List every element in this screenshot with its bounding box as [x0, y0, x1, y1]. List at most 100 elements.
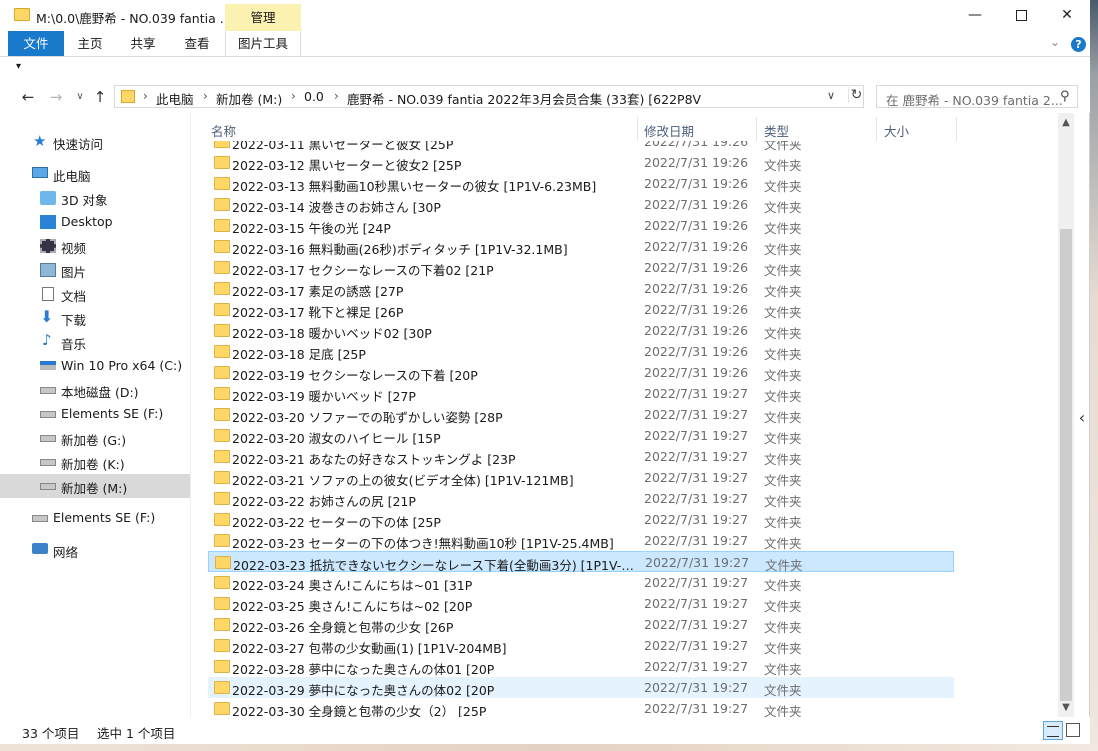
file-row[interactable]: 2022-03-23 セーターの下の体つき!無料動画10秒 [1P1V-25.4… [208, 530, 954, 551]
expand-ribbon-chevron-icon[interactable]: ⌄ [1050, 35, 1060, 49]
tab-file[interactable]: 文件 [8, 31, 64, 56]
sidebar-item-videos[interactable]: 视频 [0, 234, 190, 258]
maximize-button[interactable] [998, 0, 1044, 31]
file-row[interactable]: 2022-03-20 ソファーでの恥ずかしい姿勢 [28P 2022/7/31 1… [208, 404, 954, 425]
file-row[interactable]: 2022-03-21 ソファの上の彼女(ビデオ全体) [1P1V-121MB] 2… [208, 467, 954, 488]
column-divider[interactable] [637, 117, 638, 141]
search-icon[interactable]: ⚲ [1060, 89, 1070, 104]
tab-home[interactable]: 主页 [64, 31, 116, 56]
file-row[interactable]: 2022-03-28 夢中になった奥さんの体01 [20P 2022/7/31 1… [208, 656, 954, 677]
file-row[interactable]: 2022-03-19 暖かいベッド [27P 2022/7/31 19:27 文件夹 [208, 383, 954, 404]
breadcrumb-chevron-icon[interactable]: › [203, 89, 208, 103]
sidebar-item-this-pc[interactable]: 此电脑 [0, 162, 190, 186]
column-divider[interactable] [956, 117, 957, 141]
file-row[interactable]: 2022-03-14 波巻きのお姉さん [30P 2022/7/31 19:26 文… [208, 194, 954, 215]
breadcrumb-chevron-icon[interactable]: › [291, 89, 296, 103]
sidebar-item-desktop[interactable]: Desktop [0, 210, 190, 234]
file-type: 文件夹 [764, 389, 802, 404]
breadcrumb-chevron-icon[interactable]: › [334, 89, 339, 103]
sidebar-item-3d-objects[interactable]: 3D 对象 [0, 186, 190, 210]
sidebar-item-documents[interactable]: 文档 [0, 282, 190, 306]
file-row[interactable]: 2022-03-23 抵抗できないセクシーなレース下着(全動画3分) [1P1V… [208, 551, 954, 573]
scrollbar-thumb[interactable] [1060, 229, 1072, 701]
sidebar-item-pictures[interactable]: 图片 [0, 258, 190, 282]
sidebar-item-network[interactable]: 网络 [0, 538, 190, 562]
refresh-icon[interactable]: ↻ [848, 87, 864, 103]
search-input[interactable]: 在 鹿野希 - NO.039 fantia 2... [886, 90, 1063, 109]
file-row[interactable]: 2022-03-17 靴下と裸足 [26P 2022/7/31 19:26 文件夹 [208, 299, 954, 320]
scroll-up-icon[interactable]: ▲ [1058, 113, 1074, 133]
sidebar-item-drive-d[interactable]: 本地磁盘 (D:) [0, 378, 190, 402]
sidebar-item-downloads[interactable]: ⬇ 下载 [0, 306, 190, 330]
file-modified-date: 2022/7/31 19:27 [644, 659, 749, 674]
up-button[interactable]: ↑ [90, 87, 110, 107]
recent-locations-dropdown[interactable]: ∨ [70, 87, 90, 107]
column-divider[interactable] [756, 117, 757, 141]
file-row[interactable]: 2022-03-17 セクシーなレースの下着02 [21P 2022/7/31 1… [208, 257, 954, 278]
file-row[interactable]: 2022-03-24 奥さん!こんにちは~01 [31P 2022/7/31 19… [208, 572, 954, 593]
forward-button[interactable]: → [46, 87, 66, 107]
tab-manage[interactable]: 管理 [225, 4, 301, 31]
sidebar-item-elements-se[interactable]: Elements SE (F:) [0, 506, 190, 530]
sidebar-item-drive-m[interactable]: 新加卷 (M:) [0, 474, 190, 498]
quick-access-toolbar: ▾ [0, 57, 1090, 81]
sidebar-item-quick-access[interactable]: ★ 快速访问 [0, 130, 190, 154]
breadcrumb-chevron-icon[interactable]: › [143, 89, 148, 103]
details-view-icon[interactable] [1043, 721, 1063, 740]
tab-picture-tools[interactable]: 图片工具 [225, 31, 301, 56]
file-row[interactable]: 2022-03-13 無料動画10秒黒いセーターの彼女 [1P1V-6.23MB… [208, 173, 954, 194]
file-row[interactable]: 2022-03-27 包帯の少女動画(1) [1P1V-204MB] 2022/7… [208, 635, 954, 656]
file-row[interactable]: 2022-03-15 午後の光 [24P 2022/7/31 19:26 文件夹 [208, 215, 954, 236]
file-row[interactable]: 2022-03-20 淑女のハイヒール [15P 2022/7/31 19:27 文… [208, 425, 954, 446]
file-row[interactable]: 2022-03-19 セクシーなレースの下着 [20P 2022/7/31 19:… [208, 362, 954, 383]
address-bar[interactable]: › 此电脑 › 新加卷 (M:) › 0.0 › 鹿野希 - NO.039 fa… [114, 85, 864, 108]
breadcrumb-folder-0-0[interactable]: 0.0 [304, 89, 324, 104]
address-dropdown-icon[interactable]: ∨ [827, 89, 835, 102]
close-button[interactable]: ✕ [1044, 0, 1090, 31]
sidebar-item-drive-g[interactable]: 新加卷 (G:) [0, 426, 190, 450]
sidebar-item-music[interactable]: ♪ 音乐 [0, 330, 190, 354]
file-row[interactable]: 2022-03-18 暖かいベッド02 [30P 2022/7/31 19:26 文… [208, 320, 954, 341]
folder-icon [214, 534, 230, 547]
breadcrumb-drive-m[interactable]: 新加卷 (M:) [216, 89, 282, 108]
file-name: 2022-03-27 包帯の少女動画(1) [1P1V-204MB] [232, 641, 507, 656]
minimize-button[interactable]: — [952, 0, 998, 31]
column-header-type[interactable]: 类型 [764, 121, 789, 140]
help-icon[interactable]: ? [1071, 37, 1086, 52]
back-button[interactable]: ← [18, 87, 38, 107]
file-row[interactable]: 2022-03-30 全身鏡と包帯の少女（2） [25P 2022/7/31 19… [208, 698, 954, 717]
breadcrumb-this-pc[interactable]: 此电脑 [156, 89, 194, 108]
breadcrumb-current-folder[interactable]: 鹿野希 - NO.039 fantia 2022年3月会员合集 (33套) [6… [347, 89, 701, 108]
preview-pane-toggle-icon[interactable]: ‹ [1074, 398, 1090, 438]
file-modified-date: 2022/7/31 19:26 [644, 239, 749, 254]
file-row[interactable]: 2022-03-22 お姉さんの尻 [21P 2022/7/31 19:27 文件夹 [208, 488, 954, 509]
vertical-scrollbar[interactable]: ▲ ▼ [1058, 113, 1074, 717]
column-header-date[interactable]: 修改日期 [644, 121, 694, 140]
column-header-name[interactable]: 名称 [211, 121, 236, 140]
file-row[interactable]: 2022-03-29 夢中になった奥さんの体02 [20P 2022/7/31 1… [208, 677, 954, 698]
file-row[interactable]: 2022-03-26 全身鏡と包帯の少女 [26P 2022/7/31 19:27… [208, 614, 954, 635]
sidebar-item-drive-c[interactable]: Win 10 Pro x64 (C:) [0, 354, 190, 378]
column-header-size[interactable]: 大小 [884, 121, 909, 140]
sidebar-item-drive-k[interactable]: 新加卷 (K:) [0, 450, 190, 474]
sidebar-item-drive-f[interactable]: Elements SE (F:) [0, 402, 190, 426]
tab-share[interactable]: 共享 [116, 31, 170, 56]
folder-icon [214, 597, 230, 610]
folder-icon [214, 471, 230, 484]
file-row[interactable]: 2022-03-16 無料動画(26秒)ボディタッチ [1P1V-32.1MB]… [208, 236, 954, 257]
scroll-down-icon[interactable]: ▼ [1058, 699, 1074, 717]
file-row[interactable]: 2022-03-18 足底 [25P 2022/7/31 19:26 文件夹 [208, 341, 954, 362]
file-row[interactable]: 2022-03-17 素足の誘惑 [27P 2022/7/31 19:26 文件夹 [208, 278, 954, 299]
file-row[interactable]: 2022-03-25 奥さん!こんにちは~02 [20P 2022/7/31 19… [208, 593, 954, 614]
file-row[interactable]: 2022-03-22 セーターの下の体 [25P 2022/7/31 19:27 文… [208, 509, 954, 530]
file-row[interactable]: 2022-03-12 黒いセーターと彼女2 [25P 2022/7/31 19:2… [208, 152, 954, 173]
folder-icon [214, 156, 230, 169]
column-divider[interactable] [876, 117, 877, 141]
customize-toolbar-arrow-icon[interactable]: ▾ [16, 61, 21, 72]
file-row[interactable]: 2022-03-11 黒いセーターと彼女 [25P 2022/7/31 19:26… [208, 141, 954, 152]
large-icons-view-icon[interactable] [1066, 723, 1080, 737]
search-box[interactable]: 在 鹿野希 - NO.039 fantia 2... ⚲ [876, 85, 1078, 108]
tab-view[interactable]: 查看 [170, 31, 224, 56]
file-row[interactable]: 2022-03-21 あなたの好きなストッキングよ [23P 2022/7/31 … [208, 446, 954, 467]
sidebar-item-label: 图片 [61, 265, 87, 280]
